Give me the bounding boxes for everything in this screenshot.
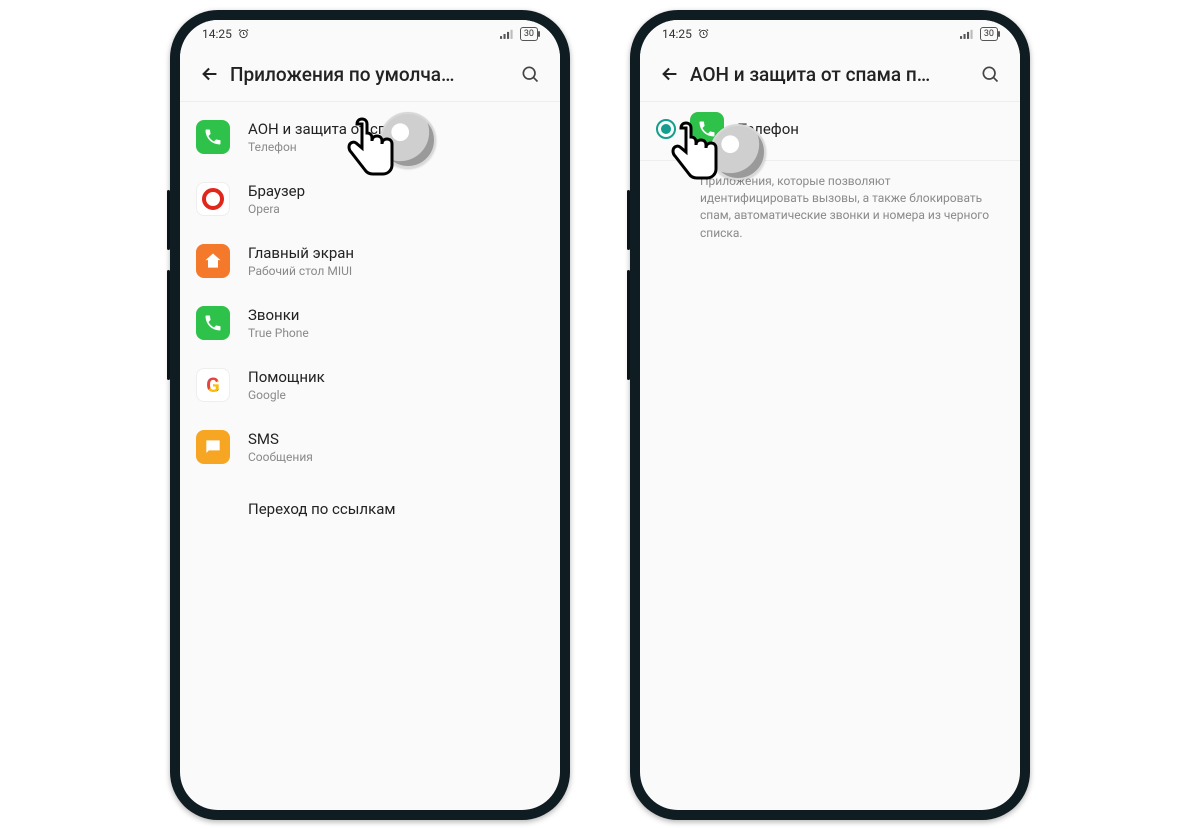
screen-1: 14:25 30 Приложения по умолча… [180,20,560,810]
status-time: 14:25 [662,27,692,41]
list-item-sub: True Phone [248,326,544,340]
status-time: 14:25 [202,27,232,41]
back-button[interactable] [190,54,230,94]
list-item-sub: Рабочий стол MIUI [248,264,544,278]
list-item-home[interactable]: Главный экран Рабочий стол MIUI [180,230,560,292]
truephone-app-icon [196,306,230,340]
phone-frame-2: 14:25 30 АОН и защита от спама п… Телефо… [630,10,1030,820]
list-item-browser[interactable]: Браузер Opera [180,168,560,230]
back-button[interactable] [650,54,690,94]
screen-2: 14:25 30 АОН и защита от спама п… Телефо… [640,20,1020,810]
list-item-label: Главный экран [248,244,544,262]
search-button[interactable] [510,54,550,94]
list-item-sub: Сообщения [248,450,544,464]
battery-indicator: 30 [520,27,538,41]
list-item-sms[interactable]: SMS Сообщения [180,416,560,478]
radio-option-label: Телефон [738,120,799,138]
list-item-label: Переход по ссылкам [248,500,544,518]
radio-option-phone[interactable]: Телефон [640,102,1020,161]
list-item-sub: Opera [248,202,544,216]
app-bar: Приложения по умолча… [180,48,560,102]
search-icon [520,64,540,84]
list-item-calls[interactable]: Звонки True Phone [180,292,560,354]
google-app-icon: G [196,368,230,402]
alarm-icon [238,28,249,39]
page-title: Приложения по умолча… [230,63,510,86]
list-item-label: Звонки [248,306,544,324]
default-apps-list: АОН и защита от спама Телефон Браузер Op… [180,102,560,540]
opera-app-icon [196,182,230,216]
page-title: АОН и защита от спама п… [690,63,970,86]
app-bar: АОН и защита от спама п… [640,48,1020,102]
arrow-left-icon [199,63,221,85]
list-item-assistant[interactable]: G Помощник Google [180,354,560,416]
list-item-label: Браузер [248,182,544,200]
search-icon [980,64,1000,84]
home-app-icon [196,244,230,278]
list-item-opening-links[interactable]: Переход по ссылкам [180,478,560,540]
list-item-sub: Телефон [248,140,544,154]
list-item-caller-id[interactable]: АОН и защита от спама Телефон [180,106,560,168]
alarm-icon [698,28,709,39]
signal-icon [500,29,514,39]
section-description: Приложения, которые позволяют идентифици… [640,161,1020,243]
list-item-label: SMS [248,430,544,448]
status-bar: 14:25 30 [180,20,560,48]
list-item-label: АОН и защита от спама [248,120,544,138]
search-button[interactable] [970,54,1010,94]
list-item-label: Помощник [248,368,544,386]
radio-selected-icon [656,119,676,139]
battery-indicator: 30 [980,27,998,41]
signal-icon [960,29,974,39]
phone-app-icon [690,112,724,146]
phone-frame-1: 14:25 30 Приложения по умолча… [170,10,570,820]
sms-app-icon [196,430,230,464]
arrow-left-icon [659,63,681,85]
list-item-sub: Google [248,388,544,402]
phone-app-icon [196,120,230,154]
status-bar: 14:25 30 [640,20,1020,48]
